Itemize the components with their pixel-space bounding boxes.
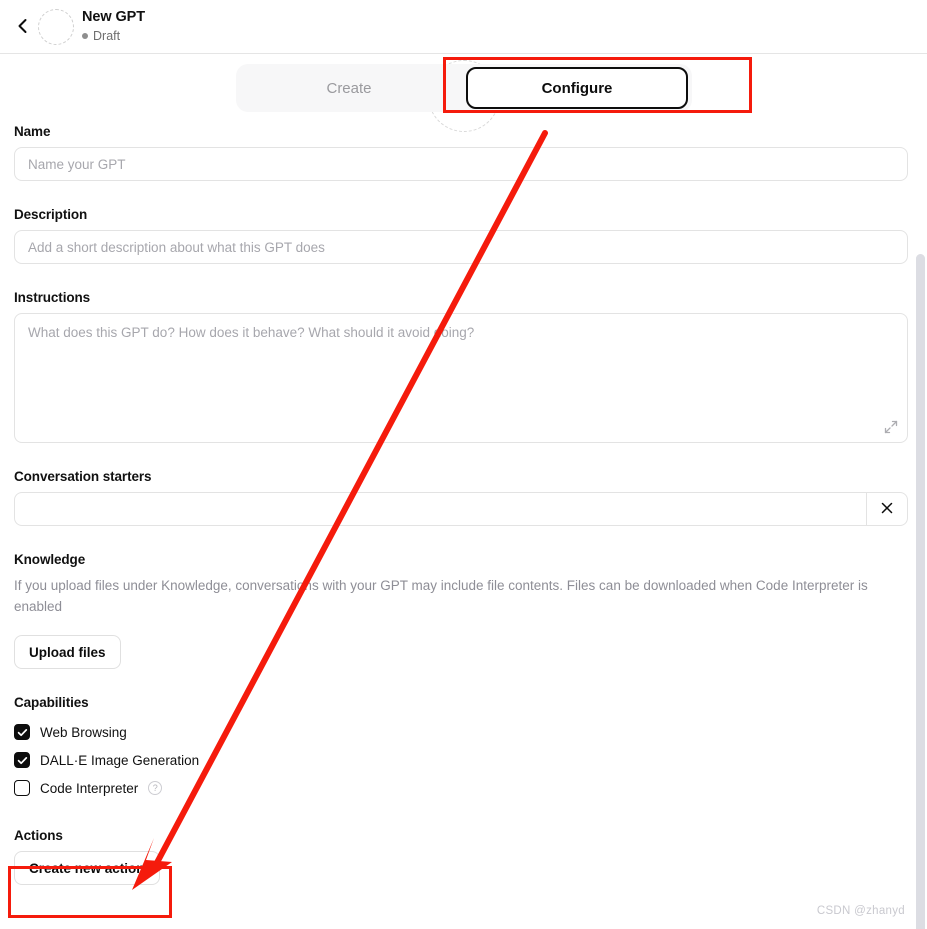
dashed-avatar-placeholder[interactable] [38, 9, 74, 45]
create-new-action-button[interactable]: Create new action [14, 851, 160, 885]
app-header: New GPT Draft [0, 0, 927, 54]
checkbox-checked-icon[interactable] [14, 724, 30, 740]
instructions-field-wrapper [14, 313, 908, 443]
scrollbar-track[interactable] [914, 54, 927, 929]
tab-create[interactable]: Create [240, 68, 458, 108]
help-question-icon[interactable]: ? [148, 781, 163, 795]
capability-code-interpreter[interactable]: Code Interpreter ? [14, 774, 927, 802]
upload-files-button[interactable]: Upload files [14, 635, 121, 669]
name-input[interactable] [14, 147, 908, 181]
knowledge-description: If you upload files under Knowledge, con… [14, 578, 868, 614]
checkbox-unchecked-icon[interactable] [14, 780, 30, 796]
conversation-starters-label: Conversation starters [14, 469, 152, 484]
conversation-starter-input[interactable] [14, 492, 866, 526]
actions-label: Actions [14, 828, 63, 843]
tab-bar: Create Configure [236, 64, 692, 112]
instructions-textarea[interactable] [14, 313, 908, 443]
watermark: CSDN @zhanyd [816, 905, 905, 917]
checkbox-checked-icon[interactable] [14, 752, 30, 768]
configure-form: Name Description Instructions Conversati… [0, 124, 927, 885]
capability-label: DALL·E Image Generation [40, 752, 200, 768]
conversation-starter-row [14, 492, 908, 526]
status-badge: Draft [82, 28, 145, 44]
description-label: Description [14, 207, 88, 222]
tab-configure[interactable]: Configure [466, 67, 688, 109]
scrollbar-thumb[interactable] [916, 254, 925, 929]
capability-label: Code Interpreter [40, 780, 139, 796]
back-button[interactable] [8, 10, 38, 42]
expand-diagonal-icon[interactable] [883, 419, 899, 435]
description-input[interactable] [14, 230, 908, 264]
page-title: New GPT [82, 9, 145, 25]
capabilities-label: Capabilities [14, 695, 89, 710]
status-dot-icon [82, 33, 88, 39]
gpt-builder-screen: New GPT Draft Create Configure Name Desc… [0, 0, 927, 929]
knowledge-label: Knowledge [14, 552, 86, 567]
instructions-label: Instructions [14, 290, 91, 305]
name-label: Name [14, 124, 51, 139]
capability-label: Web Browsing [40, 724, 127, 740]
header-title-group: New GPT Draft [82, 8, 145, 44]
capability-web-browsing[interactable]: Web Browsing [14, 718, 927, 746]
remove-starter-button[interactable] [866, 492, 908, 526]
capability-dalle-image-generation[interactable]: DALL·E Image Generation [14, 746, 927, 774]
close-x-icon [880, 501, 894, 518]
chevron-left-icon [14, 17, 32, 35]
status-label: Draft [93, 29, 121, 43]
